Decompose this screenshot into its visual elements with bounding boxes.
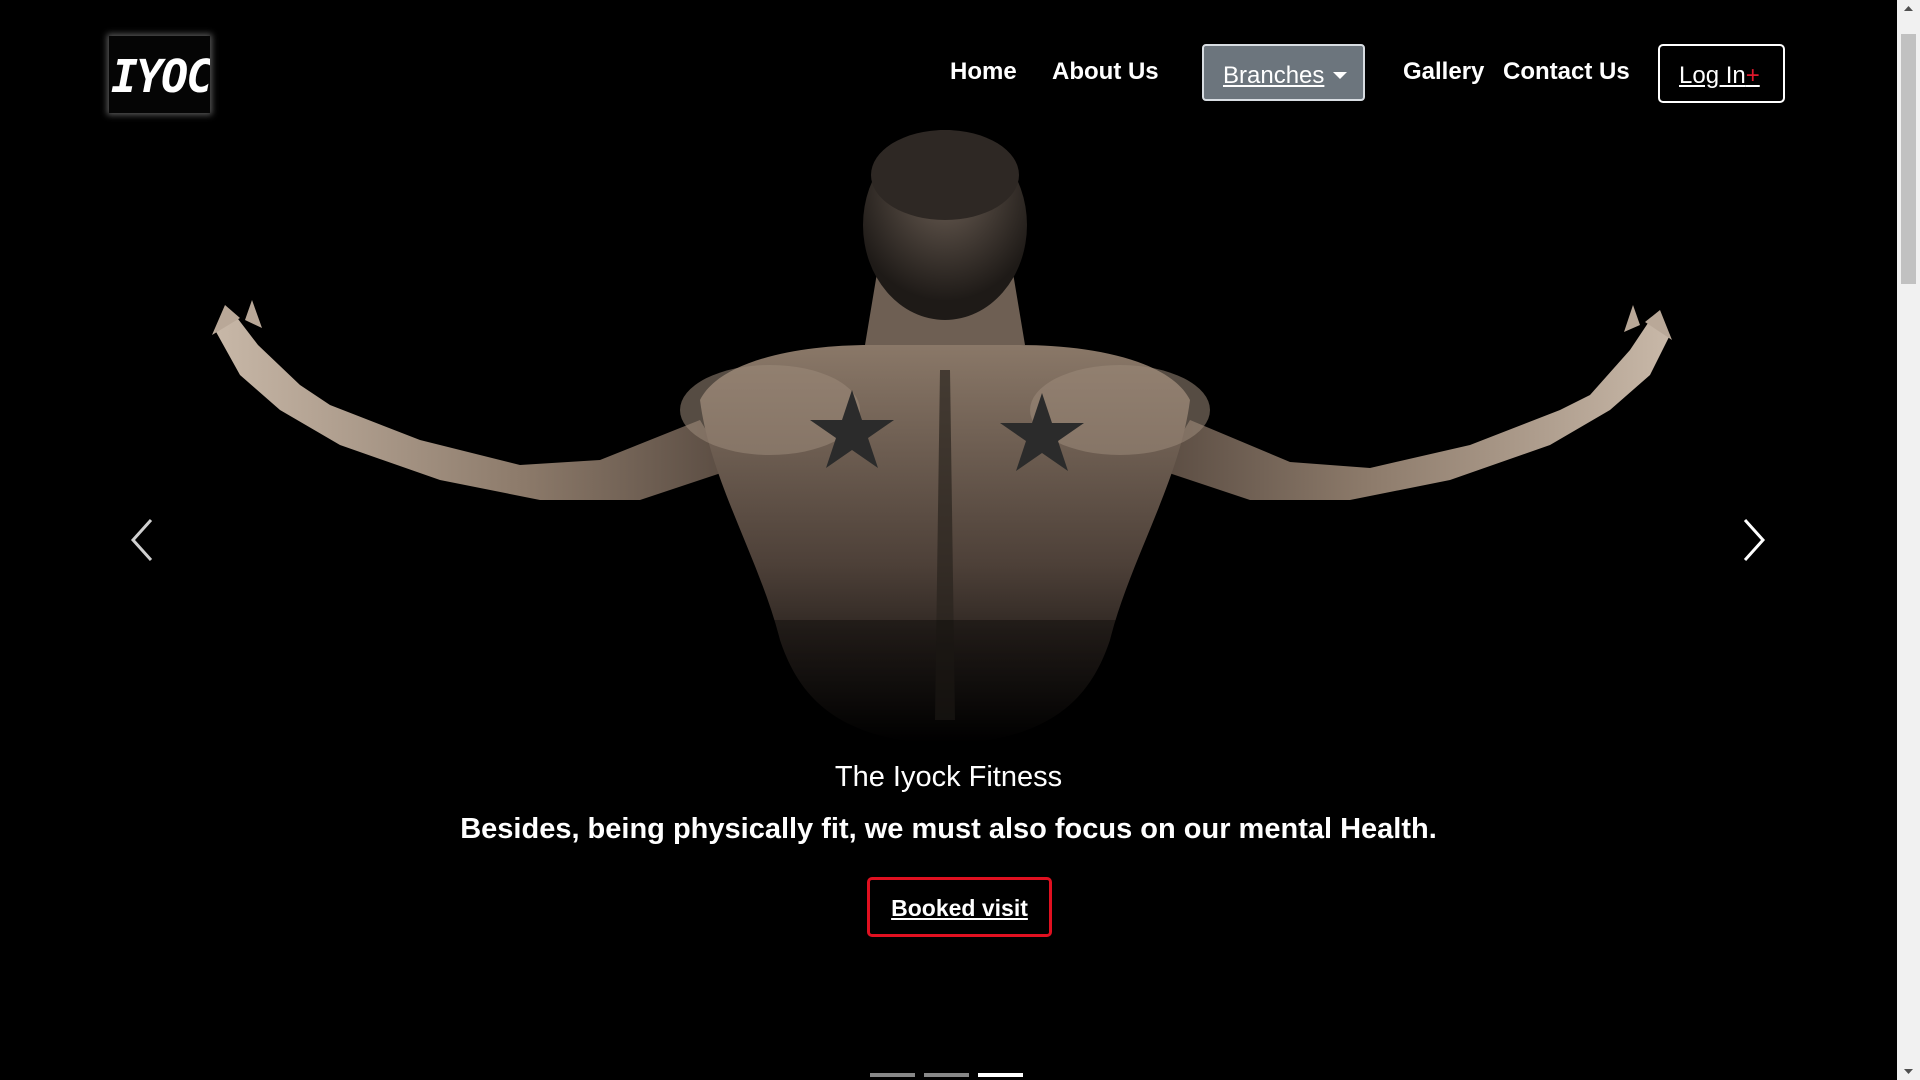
carousel-prev-button[interactable]	[113, 510, 173, 570]
carousel-indicator-2[interactable]	[924, 1073, 969, 1077]
carousel-next-button[interactable]	[1723, 510, 1783, 570]
chevron-left-icon	[130, 518, 153, 562]
login-label: Log In+	[1679, 62, 1760, 90]
main-nav: Home About Us Branches Gallery Contact U…	[0, 44, 1897, 104]
login-plus-icon: +	[1745, 62, 1760, 89]
scroll-down-arrow-icon[interactable]	[1897, 1063, 1920, 1080]
login-text: Log In	[1679, 62, 1746, 89]
booked-visit-label: Booked visit	[891, 895, 1028, 921]
nav-gallery-link[interactable]: Gallery	[1403, 58, 1484, 86]
booked-visit-button[interactable]: Booked visit	[867, 877, 1052, 937]
scroll-up-arrow-icon[interactable]	[1897, 0, 1920, 17]
page: IYOC Home About Us Branches Gallery Cont…	[0, 0, 1920, 1080]
login-button[interactable]: Log In+	[1658, 44, 1785, 103]
chevron-right-icon	[1743, 518, 1766, 562]
nav-about-link[interactable]: About Us	[1052, 58, 1159, 86]
nav-home-link[interactable]: Home	[950, 58, 1017, 86]
branches-label: Branches	[1223, 62, 1325, 89]
hero-title: The Iyock Fitness	[834, 761, 1063, 793]
nav-contact-link[interactable]: Contact Us	[1503, 58, 1630, 86]
hero-subtitle: Besides, being physically fit, we must a…	[460, 813, 1437, 845]
caret-down-icon	[1333, 72, 1347, 79]
hero-carousel: IYOC Home About Us Branches Gallery Cont…	[0, 0, 1897, 1080]
vertical-scrollbar[interactable]	[1897, 0, 1920, 1080]
scrollbar-thumb[interactable]	[1901, 34, 1916, 284]
carousel-indicator-1[interactable]	[870, 1073, 915, 1077]
branches-dropdown-button[interactable]: Branches	[1202, 44, 1365, 101]
carousel-indicator-3[interactable]	[978, 1073, 1023, 1077]
